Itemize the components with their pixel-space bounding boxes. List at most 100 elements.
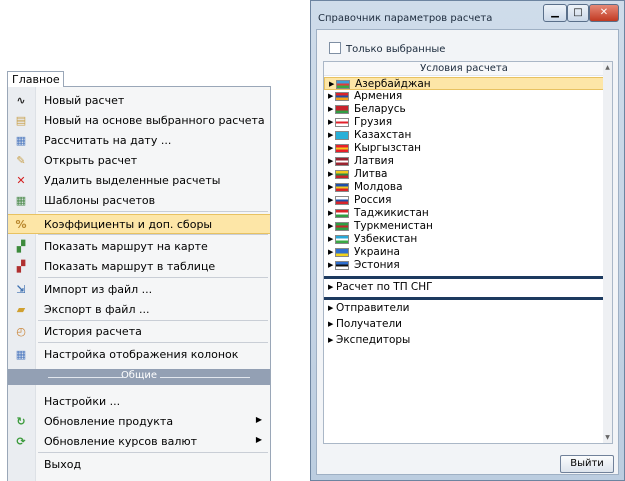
country-name: Узбекистан [354, 233, 418, 245]
expand-arrow-icon[interactable]: ▶ [328, 318, 333, 331]
tree-row-country[interactable]: ▶ Эстония [324, 259, 604, 272]
menu-item-3[interactable]: ▦ Рассчитать на дату ... [8, 131, 270, 151]
scroll-down-icon[interactable]: ▼ [603, 434, 612, 441]
flag-icon [335, 92, 349, 101]
menu-item-6[interactable]: ▦ Шаблоны расчетов [8, 191, 270, 211]
tree-row-label: Экспедиторы [336, 334, 411, 346]
route-icon: ∿ [16, 94, 26, 107]
percent-icon: % [15, 218, 27, 231]
expand-arrow-icon[interactable]: ▶ [328, 129, 333, 142]
expand-arrow-icon[interactable]: ▶ [328, 116, 333, 129]
expand-arrow-icon[interactable]: ▶ [328, 302, 333, 315]
expand-arrow-icon[interactable]: ▶ [328, 181, 333, 194]
expand-arrow-icon[interactable]: ▶ [328, 220, 333, 233]
menu-item-label: Новый на основе выбранного расчета [44, 114, 265, 127]
menu-item-16[interactable]: ⟳ Обновление курсов валют ▶ [8, 432, 270, 452]
vertical-scrollbar[interactable]: ▲ ▼ [603, 62, 612, 443]
menu-item-label: Импорт из файл ... [44, 283, 153, 296]
menu-item-4[interactable]: ✎ Открыть расчет [8, 151, 270, 171]
menu-item-label: Коэффициенты и доп. сборы [44, 218, 213, 231]
tree-row-country[interactable]: ▶ Кыргызстан [324, 142, 604, 155]
menu-item-8[interactable]: ▞ Показать маршрут на карте [8, 237, 270, 257]
menu-item-label: История расчета [44, 325, 142, 338]
tab-main[interactable]: Главное [7, 71, 64, 87]
update-product-icon: ↻ [16, 415, 26, 428]
tree-row-country[interactable]: ▶ Беларусь [324, 103, 604, 116]
expand-arrow-icon[interactable]: ▶ [328, 246, 333, 259]
tree-row[interactable]: ▶ Экспедиторы [324, 334, 604, 347]
tree-row-label: Получатели [336, 318, 402, 330]
flag-icon [335, 105, 349, 114]
menu-item-10[interactable]: ⇲ Импорт из файл ... [8, 280, 270, 300]
menu-separator [38, 452, 268, 453]
scroll-up-icon[interactable]: ▲ [603, 64, 612, 71]
tree-row[interactable]: ▶ Получатели [324, 318, 604, 331]
expand-arrow-icon[interactable]: ▶ [328, 103, 333, 116]
exit-button[interactable]: Выйти [560, 455, 614, 473]
minimize-button[interactable]: ▁ [543, 4, 567, 22]
menu-item-2[interactable]: ▤ Новый на основе выбранного расчета [8, 111, 270, 131]
menu-item-5[interactable]: ✕ Удалить выделенные расчеты [8, 171, 270, 191]
menu-item-7[interactable]: % Коэффициенты и доп. сборы [8, 214, 270, 234]
submenu-arrow-icon: ▶ [255, 435, 262, 444]
expand-arrow-icon[interactable]: ▶ [328, 194, 333, 207]
menu-item-9[interactable]: ▞ Показать маршрут в таблице [8, 257, 270, 277]
menu-item-15[interactable]: ↻ Обновление продукта ▶ [8, 412, 270, 432]
menu-item-11[interactable]: ▰ Экспорт в файл ... [8, 300, 270, 320]
expand-arrow-icon[interactable]: ▶ [328, 142, 333, 155]
menu-item-14[interactable]: Настройки ... [8, 392, 270, 412]
tree-row-country[interactable]: ▶ Узбекистан [324, 233, 604, 246]
tree-row[interactable]: ▶ Отправители [324, 302, 604, 315]
close-button[interactable]: ✕ [589, 4, 619, 22]
menu-item-label: Шаблоны расчетов [44, 194, 156, 207]
menu-item-label: Обновление продукта [44, 415, 174, 428]
menu-item-12[interactable]: ◴ История расчета [8, 322, 270, 342]
close-icon: ✕ [599, 7, 609, 18]
tree-row-country[interactable]: ▶ Казахстан [324, 129, 604, 142]
table-route-icon: ▞ [16, 260, 26, 273]
flag-icon [335, 222, 349, 231]
expand-arrow-icon[interactable]: ▶ [328, 90, 333, 103]
flag-icon [335, 157, 349, 166]
menu-item-1[interactable]: ∿ Новый расчет [8, 91, 270, 111]
only-selected-checkbox[interactable]: Только выбранные [329, 42, 445, 55]
tree-row-country[interactable]: ▶ Грузия [324, 116, 604, 129]
country-name: Таджикистан [354, 207, 429, 219]
flag-icon [335, 118, 349, 127]
tree-row-country[interactable]: ▶ Украина [324, 246, 604, 259]
checkbox-icon[interactable] [329, 42, 341, 54]
expand-arrow-icon[interactable]: ▶ [328, 207, 333, 220]
submenu-arrow-icon: ▶ [255, 415, 262, 424]
menu-item-17[interactable]: Выход [8, 455, 270, 475]
tree-row-country[interactable]: ▶ Молдова [324, 181, 604, 194]
expand-arrow-icon[interactable]: ▶ [328, 155, 333, 168]
minimize-icon: ▁ [551, 7, 559, 18]
country-name: Литва [354, 168, 388, 180]
flag-icon [335, 144, 349, 153]
menu-item-label: Показать маршрут на карте [44, 240, 208, 253]
flag-icon [335, 196, 349, 205]
menu-group-label: Общие [120, 370, 158, 381]
expand-arrow-icon[interactable]: ▶ [328, 334, 333, 347]
tree-row-country[interactable]: ▶ Литва [324, 168, 604, 181]
tree-row-country[interactable]: ▶ Туркменистан [324, 220, 604, 233]
country-name: Молдова [354, 181, 403, 193]
menu-separator [38, 211, 268, 212]
menu-item-13[interactable]: ▦ Настройка отображения колонок [8, 345, 270, 365]
tree-row-country[interactable]: ▶ Россия [324, 194, 604, 207]
expand-arrow-icon[interactable]: ▶ [328, 259, 333, 272]
country-name: Россия [354, 194, 392, 206]
expand-arrow-icon[interactable]: ▶ [328, 281, 333, 294]
tree-row-country[interactable]: ▶ Азербайджан [324, 77, 604, 90]
menu-separator [38, 277, 268, 278]
tree-row-country[interactable]: ▶ Таджикистан [324, 207, 604, 220]
maximize-button[interactable]: □ [567, 4, 589, 22]
columns-settings-icon: ▦ [15, 348, 27, 361]
section-divider [324, 297, 604, 300]
tree-row[interactable]: ▶ Расчет по ТП СНГ [324, 281, 604, 294]
tree-row-country[interactable]: ▶ Армения [324, 90, 604, 103]
tree-row-country[interactable]: ▶ Латвия [324, 155, 604, 168]
expand-arrow-icon[interactable]: ▶ [328, 168, 333, 181]
country-name: Армения [354, 90, 403, 102]
expand-arrow-icon[interactable]: ▶ [328, 233, 333, 246]
